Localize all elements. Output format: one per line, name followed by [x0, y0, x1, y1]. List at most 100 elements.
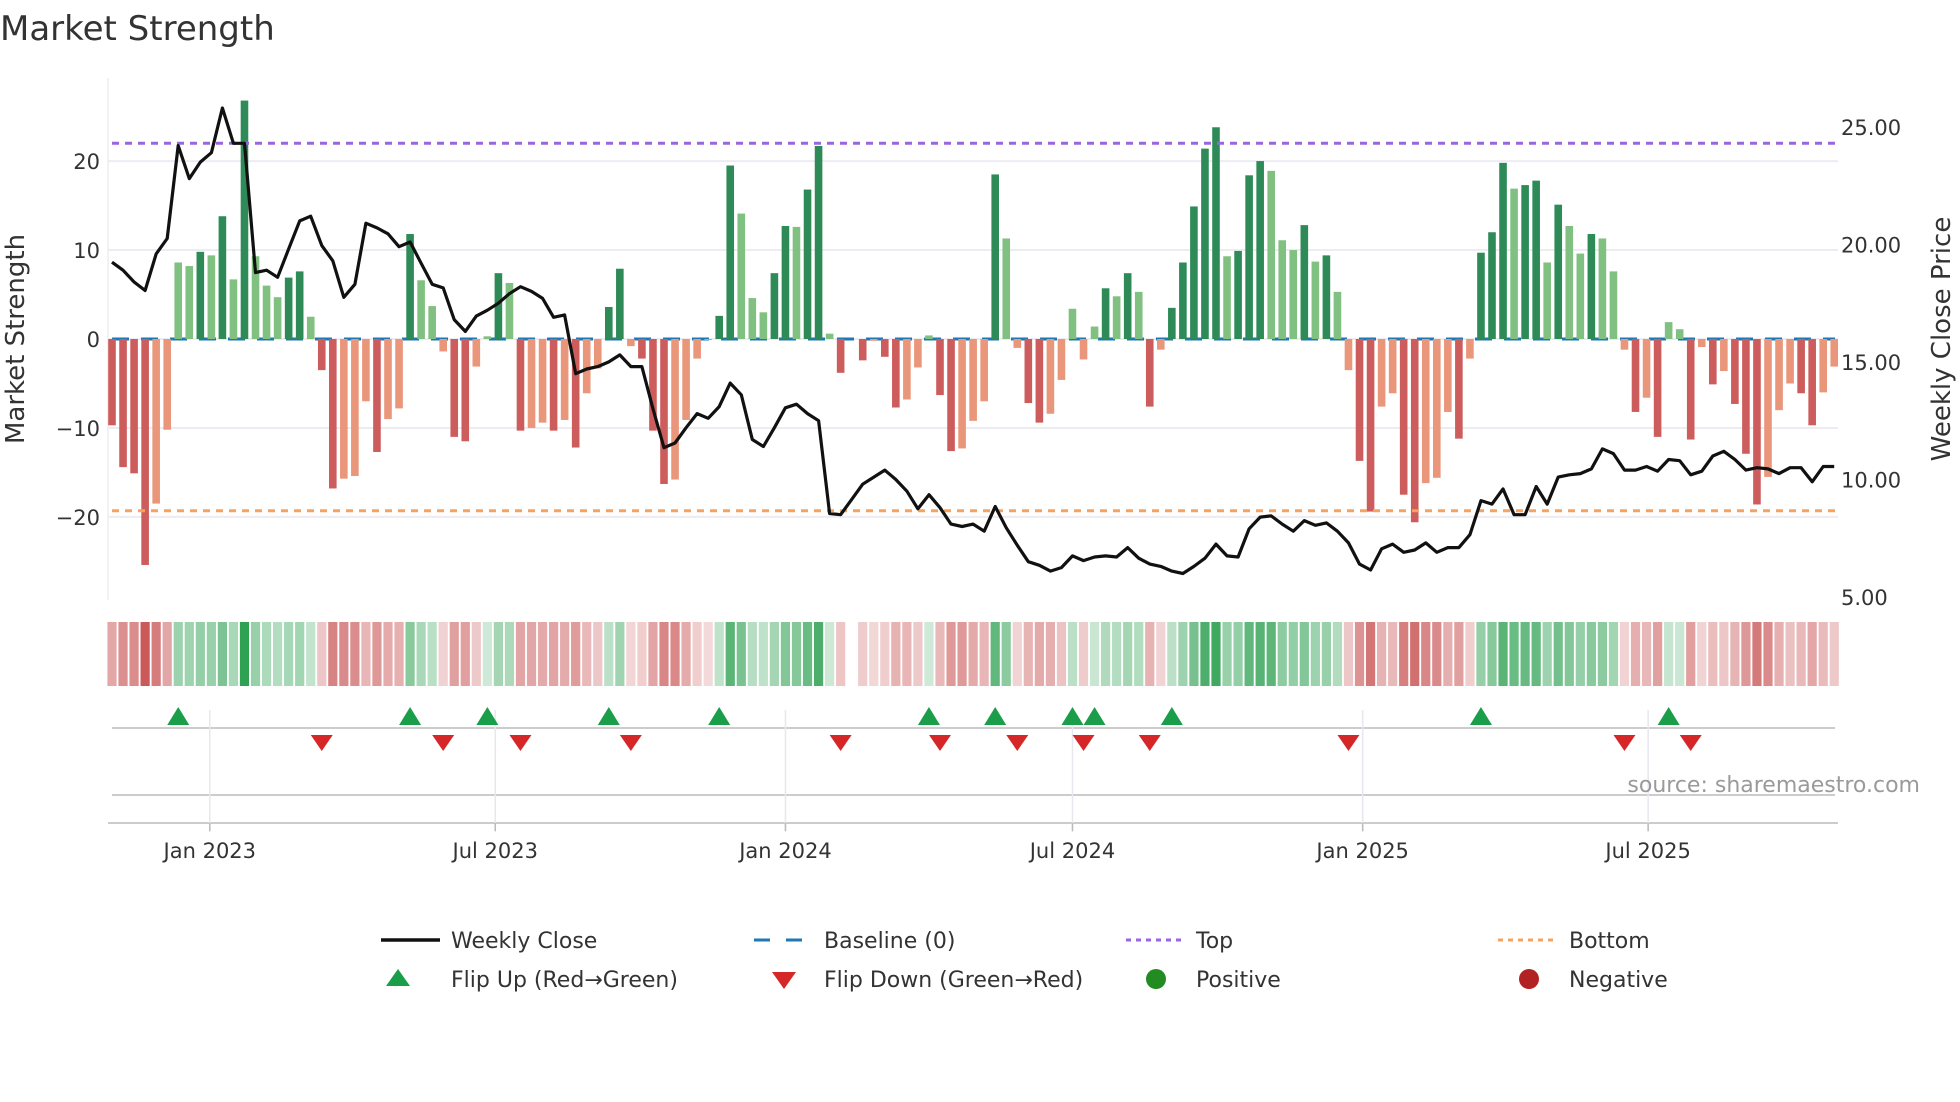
- heatmap-cell: [1001, 622, 1011, 686]
- strength-bar: [130, 339, 138, 474]
- legend-label: Bottom: [1569, 929, 1650, 954]
- heatmap-cell: [1465, 622, 1475, 686]
- strength-bar: [1576, 253, 1585, 339]
- strength-bar: [1410, 339, 1419, 523]
- flip-up-marker: [1083, 707, 1106, 725]
- heatmap-cell: [339, 622, 349, 686]
- heatmap-cell: [604, 622, 614, 686]
- heatmap-cell: [549, 622, 559, 686]
- strength-bar: [1742, 339, 1750, 454]
- strength-bar: [1521, 185, 1529, 339]
- heatmap-cell: [162, 622, 172, 686]
- heatmap-cell: [1045, 622, 1055, 686]
- strength-bar: [1157, 339, 1165, 350]
- heatmap-cell: [195, 622, 205, 686]
- strength-bar: [958, 339, 966, 449]
- strength-bar: [1024, 339, 1033, 404]
- heatmap-cell: [1377, 622, 1387, 686]
- heatmap-cell: [1288, 622, 1298, 686]
- strength-bar: [549, 339, 558, 431]
- circle-negative-icon: [1519, 969, 1539, 989]
- legend-item-bottom: Bottom: [1498, 929, 1650, 954]
- heatmap-cell: [129, 622, 139, 686]
- heatmap-cell: [1807, 622, 1817, 686]
- strength-bar: [1631, 339, 1640, 412]
- heatmap-cell: [261, 622, 272, 686]
- strength-bar: [1433, 339, 1441, 478]
- heatmap-cell: [107, 622, 117, 686]
- heatmap-cell: [1553, 622, 1563, 686]
- strength-bar: [439, 339, 447, 352]
- strength-bar: [1134, 291, 1143, 339]
- heatmap-cell: [1741, 622, 1751, 686]
- strength-bar: [638, 339, 646, 359]
- strength-bar: [1675, 329, 1684, 339]
- y2-tick-label: 20.00: [1841, 233, 1901, 257]
- heatmap-cell: [648, 622, 658, 686]
- heatmap-cell: [924, 622, 934, 686]
- heatmap-cell: [471, 622, 481, 686]
- heatmap-cell: [1299, 622, 1309, 686]
- strength-bar: [483, 336, 492, 339]
- legend-item-baseline: Baseline (0): [754, 929, 955, 954]
- strength-bar: [914, 339, 922, 368]
- legend-label: Baseline (0): [824, 929, 955, 954]
- flip-up-marker: [167, 707, 190, 725]
- triangle-down-icon: [772, 972, 796, 989]
- heatmap-cell: [1509, 622, 1519, 686]
- strength-bar: [1753, 339, 1761, 505]
- strength-bar: [1046, 339, 1055, 414]
- heatmap-cell: [184, 622, 194, 686]
- strength-bar: [1587, 234, 1596, 339]
- heatmap-cell: [692, 622, 702, 686]
- strength-bar: [936, 339, 944, 396]
- market-strength-chart: Market Strength 20 10 0 −10 −20 25.00 20.00 15…: [0, 9, 1957, 993]
- strength-bar: [1477, 252, 1485, 339]
- strength-bar: [152, 339, 160, 504]
- heatmap-cell: [703, 622, 713, 686]
- y-tick-label: −20: [56, 506, 100, 530]
- strength-bar: [616, 268, 624, 339]
- y2-axis-title: Weekly Close Price: [1927, 217, 1957, 462]
- heatmap-cell: [1244, 622, 1254, 686]
- strength-bar: [660, 339, 668, 485]
- heatmap-cell: [1067, 622, 1078, 686]
- strength-bar: [1212, 127, 1220, 339]
- heatmap-cell: [1575, 622, 1585, 686]
- strength-bar: [108, 339, 116, 426]
- strength-bar: [1168, 307, 1176, 339]
- strength-bar: [881, 339, 889, 357]
- strength-bar: [295, 271, 304, 339]
- heatmap-cell: [990, 622, 1000, 686]
- strength-bar: [1499, 162, 1507, 339]
- left-axis-ticks: 20 10 0 −10 −20: [56, 150, 100, 530]
- heatmap-cell: [637, 622, 647, 686]
- strength-bar: [1068, 308, 1077, 339]
- heatmap-cell: [1222, 622, 1232, 686]
- strength-bar: [1201, 148, 1209, 339]
- heatmap-cell: [1454, 622, 1464, 686]
- heatmap-cell: [769, 622, 779, 686]
- flip-up-marker: [708, 707, 731, 725]
- source-credit: source: sharemaestro.com: [1627, 773, 1920, 798]
- strength-bar: [1808, 339, 1816, 426]
- heatmap-cell: [306, 622, 316, 686]
- strength-bar: [1123, 273, 1132, 339]
- heatmap-cell: [526, 622, 537, 686]
- heatmap-cell: [118, 622, 128, 686]
- strength-bar: [1775, 339, 1783, 411]
- strength-bar: [781, 226, 790, 339]
- flip-up-marker: [597, 707, 620, 725]
- heatmap-cell: [1145, 622, 1155, 686]
- heatmap-cell: [504, 622, 515, 686]
- heatmap-cell: [217, 622, 227, 686]
- heatmap-cell: [1388, 622, 1398, 686]
- strength-bar: [737, 213, 746, 339]
- heatmap-cell: [1675, 622, 1685, 686]
- strength-bar: [1720, 339, 1728, 372]
- heatmap-cell: [537, 622, 548, 686]
- strength-bar: [1466, 339, 1474, 359]
- strength-bar: [1532, 180, 1540, 339]
- strength-bar: [472, 339, 481, 367]
- strength-bar: [384, 339, 392, 420]
